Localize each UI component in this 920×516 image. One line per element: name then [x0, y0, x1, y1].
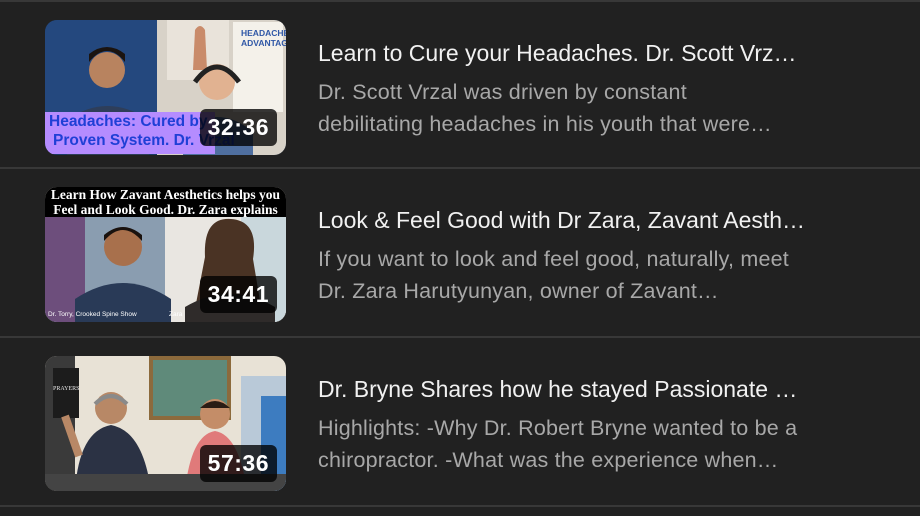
- divider: [0, 505, 920, 507]
- duration-badge: 34:41: [199, 276, 277, 313]
- video-description: Dr. Scott Vrzal was driven by constant d…: [318, 80, 772, 136]
- thumbnail-caption: Learn How Zavant Aesthetics helps you Fe…: [50, 187, 281, 217]
- list-item-video-3[interactable]: PRAYERS 57:36 Dr. Bryne Shares how he st…: [0, 338, 920, 503]
- video-thumbnail[interactable]: PRAYERS 57:36: [45, 356, 286, 491]
- video-description: If you want to look and feel good, natur…: [318, 247, 789, 303]
- video-list: Headaches: Cured by Proven System. Dr. V…: [0, 0, 920, 516]
- video-description: Highlights: -Why Dr. Robert Bryne wanted…: [318, 416, 798, 472]
- name-tag-left: Dr. Torry, Crooked Spine Show: [48, 311, 137, 318]
- video-title[interactable]: Dr. Bryne Shares how he stayed Passionat…: [318, 374, 878, 404]
- poster-text: PRAYERS: [53, 386, 80, 392]
- list-item-video-2[interactable]: Learn How Zavant Aesthetics helps you Fe…: [0, 169, 920, 334]
- duration-badge: 32:36: [199, 109, 277, 146]
- book-cover-text: HEADACHE ADVANTAGE: [241, 28, 286, 48]
- list-item-video-1[interactable]: Headaches: Cured by Proven System. Dr. V…: [0, 2, 920, 167]
- video-thumbnail[interactable]: Headaches: Cured by Proven System. Dr. V…: [45, 20, 286, 155]
- video-title[interactable]: Look & Feel Good with Dr Zara, Zavant Ae…: [318, 205, 878, 235]
- video-title[interactable]: Learn to Cure your Headaches. Dr. Scott …: [318, 38, 878, 68]
- name-tag-right: Zara: [169, 311, 183, 318]
- video-thumbnail[interactable]: Learn How Zavant Aesthetics helps you Fe…: [45, 187, 286, 322]
- duration-badge: 57:36: [199, 445, 277, 482]
